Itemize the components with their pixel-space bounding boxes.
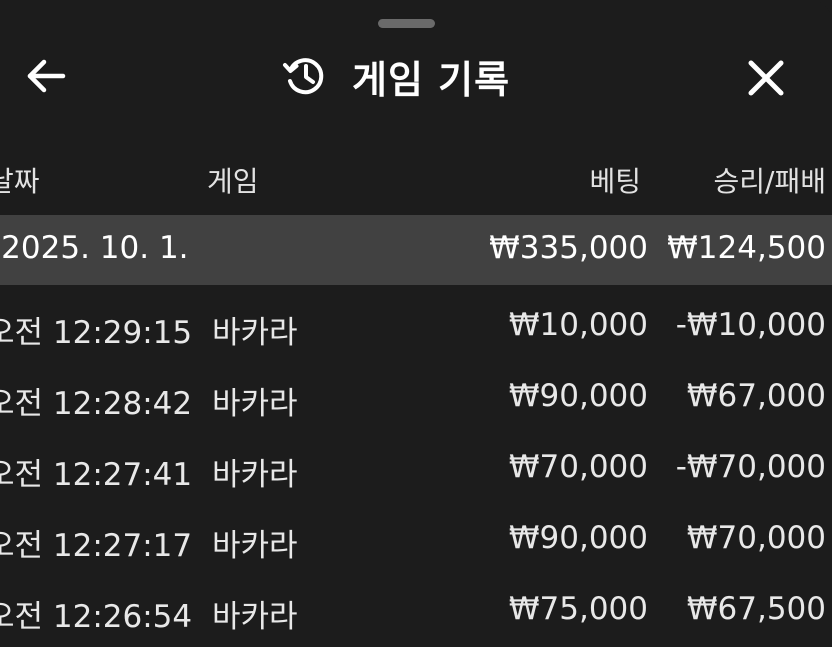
close-button[interactable] <box>740 52 792 104</box>
arrow-left-icon <box>27 59 66 93</box>
row-result: ₩67,500 <box>686 591 826 627</box>
page-title: 게임 기록 <box>352 57 511 102</box>
row-bet: ₩90,000 <box>508 378 648 414</box>
table-row[interactable]: 오전 12:27:17 바카라 ₩90,000 ₩70,000 <box>0 505 832 576</box>
row-time: 오전 12:27:41 <box>0 457 193 493</box>
row-result: -₩70,000 <box>675 449 826 485</box>
back-button[interactable] <box>22 52 70 100</box>
row-time: 오전 12:27:17 <box>0 528 193 564</box>
row-result: ₩70,000 <box>686 520 826 556</box>
table-row[interactable]: 오전 12:28:42 바카라 ₩90,000 ₩67,000 <box>0 363 832 434</box>
column-header-result[interactable]: 승리/패배 <box>714 160 826 200</box>
close-icon <box>748 60 784 96</box>
row-game: 바카라 <box>212 315 298 351</box>
table-row[interactable]: 오전 12:29:15 바카라 ₩10,000 -₩10,000 <box>0 292 832 363</box>
row-game: 바카라 <box>212 528 298 564</box>
summary-result-total: ₩124,500 <box>667 230 826 266</box>
game-history-sheet: 게임 기록 날짜 게임 베팅 승리/패배 -2025. 10. 1. ₩335,… <box>0 0 832 647</box>
table-row[interactable]: 오전 12:26:54 바카라 ₩75,000 ₩67,500 <box>0 576 832 647</box>
row-bet: ₩70,000 <box>508 449 648 485</box>
row-result: -₩10,000 <box>675 307 826 343</box>
drag-handle[interactable] <box>378 19 435 28</box>
row-bet: ₩10,000 <box>508 307 648 343</box>
summary-bet-total: ₩335,000 <box>489 230 648 266</box>
row-bet: ₩75,000 <box>508 591 648 627</box>
column-header-date[interactable]: 날짜 <box>0 160 40 200</box>
row-game: 바카라 <box>212 386 298 422</box>
row-time: 오전 12:28:42 <box>0 386 193 422</box>
table-row[interactable]: 오전 12:27:41 바카라 ₩70,000 -₩70,000 <box>0 434 832 505</box>
table-header: 날짜 게임 베팅 승리/패배 <box>0 150 832 210</box>
row-time: 오전 12:29:15 <box>0 315 193 351</box>
summary-date: -2025. 10. 1. <box>0 230 189 266</box>
row-time: 오전 12:26:54 <box>0 599 193 635</box>
row-game: 바카라 <box>212 457 298 493</box>
header-title-group: 게임 기록 <box>282 46 510 106</box>
row-bet: ₩90,000 <box>508 520 648 556</box>
date-group-summary-row[interactable]: -2025. 10. 1. ₩335,000 ₩124,500 <box>0 215 832 285</box>
column-header-bet[interactable]: 베팅 <box>589 160 641 200</box>
column-header-game[interactable]: 게임 <box>207 160 259 200</box>
history-icon <box>282 53 328 99</box>
row-result: ₩67,000 <box>686 378 826 414</box>
row-game: 바카라 <box>212 599 298 635</box>
